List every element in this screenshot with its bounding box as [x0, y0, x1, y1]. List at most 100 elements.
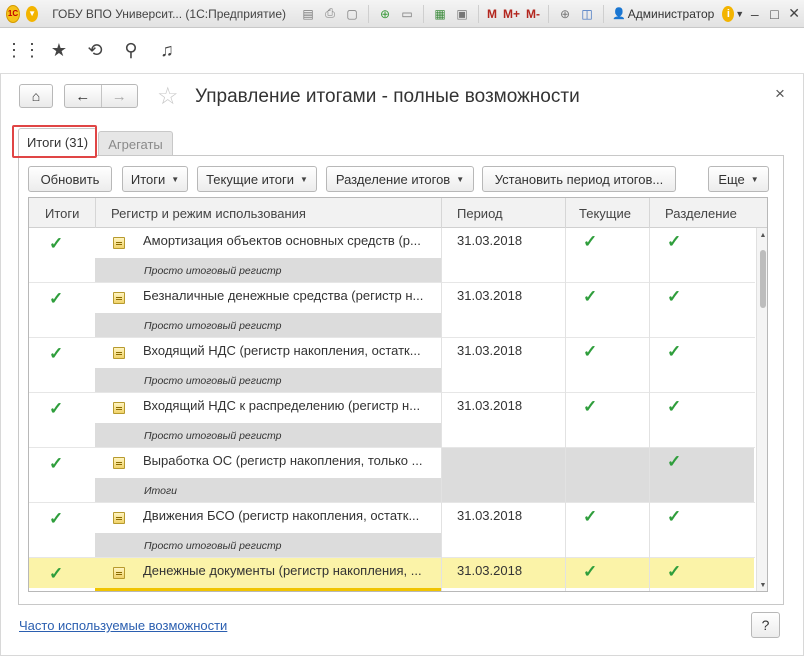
sections-toolbar: ⋮⋮ ★ ⟲ ⚲ ♫ [0, 28, 804, 74]
row-grey-block [441, 448, 754, 503]
sections-menu-icon[interactable]: ⋮⋮ [5, 40, 41, 62]
memory-minus-button[interactable]: M- [526, 7, 540, 21]
forward-icon[interactable]: → [101, 88, 137, 105]
user-name[interactable]: Администратор [628, 7, 715, 21]
current-totals-button[interactable]: Текущие итоги ▼ [197, 166, 317, 192]
table-row[interactable]: ✓ Денежные документы (регистр накопления,… [29, 558, 755, 591]
split-check-icon[interactable]: ✓ [667, 562, 681, 582]
totals-check-icon[interactable]: ✓ [49, 564, 63, 584]
current-check-icon[interactable]: ✓ [583, 342, 597, 362]
totals-check-icon[interactable]: ✓ [49, 454, 63, 474]
refresh-label: Обновить [40, 171, 100, 187]
calculator-icon[interactable]: ▦ [432, 6, 448, 22]
toolbar-divider [423, 4, 425, 23]
current-check-icon[interactable]: ✓ [583, 287, 597, 307]
table-row[interactable]: ✓ Входящий НДС к распределению (регистр н… [29, 393, 755, 448]
window-title: ГОБУ ВПО Университ... (1С:Предприятие) [52, 6, 287, 21]
close-form-icon[interactable]: × [775, 84, 785, 104]
refresh-button[interactable]: Обновить [28, 166, 112, 192]
search-icon[interactable]: ⚲ [120, 40, 142, 62]
main-menu-icon[interactable]: ▼ [26, 5, 39, 22]
calendar-icon[interactable]: ▣ [454, 6, 470, 22]
table-header: Итоги Регистр и режим использования Пери… [29, 198, 767, 228]
maximize-icon[interactable]: □ [765, 4, 785, 24]
totals-check-icon[interactable]: ✓ [49, 234, 63, 254]
column-divider [649, 228, 650, 591]
scroll-down-icon[interactable]: ▼ [757, 580, 767, 590]
tab-aggregates-label: Агрегаты [108, 136, 163, 152]
toolbar-divider [603, 4, 605, 23]
register-name: Денежные документы (регистр накопления, … [143, 563, 422, 578]
history-icon[interactable]: ⟲ [84, 40, 106, 62]
tab-aggregates[interactable]: Агрегаты [98, 131, 173, 156]
title-toolbar: ▤ ⎙ ▢ ⊕ ▭ ▦ ▣ M M+ M- ⊕ ◫ [300, 4, 606, 23]
frequently-used-link[interactable]: Часто используемые возможности [19, 618, 227, 633]
table-row[interactable]: ✓ Выработка ОС (регистр накопления, тольк… [29, 448, 755, 503]
usage-mode: Просто итоговый регистр [95, 313, 441, 338]
scroll-up-icon[interactable]: ▲ [757, 230, 767, 240]
notifications-bell-icon[interactable]: ♫ [156, 40, 178, 62]
split-totals-label: Разделение итогов [335, 171, 451, 187]
favorites-star-icon[interactable]: ★ [48, 40, 70, 62]
totals-menu-button[interactable]: Итоги ▼ [122, 166, 188, 192]
memory-plus-button[interactable]: M+ [503, 7, 520, 21]
totals-check-icon[interactable]: ✓ [49, 509, 63, 529]
column-header-register[interactable]: Регистр и режим использования [111, 198, 306, 228]
print-icon[interactable]: ⎙ [322, 6, 338, 22]
more-button[interactable]: Еще ▼ [708, 166, 769, 192]
split-check-icon[interactable]: ✓ [667, 397, 681, 417]
split-check-icon[interactable]: ✓ [667, 287, 681, 307]
register-name: Входящий НДС к распределению (регистр н.… [143, 398, 421, 413]
column-header-totals[interactable]: Итоги [45, 198, 79, 228]
table-row[interactable]: ✓ Входящий НДС (регистр накопления, остат… [29, 338, 755, 393]
split-check-icon[interactable]: ✓ [667, 452, 681, 472]
save-icon[interactable]: ▤ [300, 6, 316, 22]
preview-icon[interactable]: ▢ [344, 6, 360, 22]
set-period-button[interactable]: Установить период итогов... [482, 166, 676, 192]
title-bar: 1С ▼ ГОБУ ВПО Университ... (1С:Предприят… [0, 0, 804, 28]
current-check-icon[interactable]: ✓ [583, 232, 597, 252]
toolbar-divider [478, 4, 480, 23]
totals-table[interactable]: Итоги Регистр и режим использования Пери… [28, 197, 768, 592]
totals-check-icon[interactable]: ✓ [49, 344, 63, 364]
link-icon[interactable]: ▭ [399, 6, 415, 22]
add-to-favorites-icon[interactable]: ☆ [157, 84, 179, 110]
home-button[interactable]: ⌂ [19, 84, 53, 108]
panels-icon[interactable]: ◫ [579, 6, 595, 22]
period-value: 31.03.2018 [457, 398, 523, 413]
split-totals-button[interactable]: Разделение итогов ▼ [326, 166, 474, 192]
vertical-scrollbar[interactable]: ▲ ▼ [756, 228, 767, 591]
column-divider [565, 228, 566, 591]
register-name: Амортизация объектов основных средств (р… [143, 233, 421, 248]
info-icon[interactable]: i [722, 5, 735, 22]
back-icon[interactable]: ← [65, 88, 101, 105]
column-divider [441, 198, 442, 228]
register-name: Безналичные денежные средства (регистр н… [143, 288, 424, 303]
totals-check-icon[interactable]: ✓ [49, 289, 63, 309]
column-divider [649, 198, 650, 228]
split-check-icon[interactable]: ✓ [667, 342, 681, 362]
current-check-icon[interactable]: ✓ [583, 562, 597, 582]
app-logo-icon[interactable]: 1С [6, 4, 21, 23]
window-menu-icon[interactable]: ▼ [734, 4, 745, 24]
minimize-icon[interactable]: – [745, 4, 765, 24]
scrollbar-thumb[interactable] [760, 250, 766, 308]
split-check-icon[interactable]: ✓ [667, 232, 681, 252]
chevron-down-icon: ▼ [456, 174, 465, 184]
close-window-icon[interactable]: ✕ [784, 4, 804, 24]
column-header-current[interactable]: Текущие [579, 198, 631, 228]
zoom-icon[interactable]: ⊕ [557, 6, 573, 22]
table-row[interactable]: ✓ Движения БСО (регистр накопления, остат… [29, 503, 755, 558]
table-row[interactable]: ✓ Амортизация объектов основных средств (… [29, 228, 755, 283]
column-header-split[interactable]: Разделение [665, 198, 737, 228]
column-divider [95, 198, 96, 228]
column-header-period[interactable]: Период [457, 198, 503, 228]
split-check-icon[interactable]: ✓ [667, 507, 681, 527]
table-row[interactable]: ✓ Безналичные денежные средства (регистр … [29, 283, 755, 338]
favorites-add-icon[interactable]: ⊕ [377, 6, 393, 22]
totals-check-icon[interactable]: ✓ [49, 399, 63, 419]
current-check-icon[interactable]: ✓ [583, 397, 597, 417]
help-button[interactable]: ? [751, 612, 780, 638]
current-check-icon[interactable]: ✓ [583, 507, 597, 527]
memory-m-button[interactable]: M [487, 7, 497, 21]
